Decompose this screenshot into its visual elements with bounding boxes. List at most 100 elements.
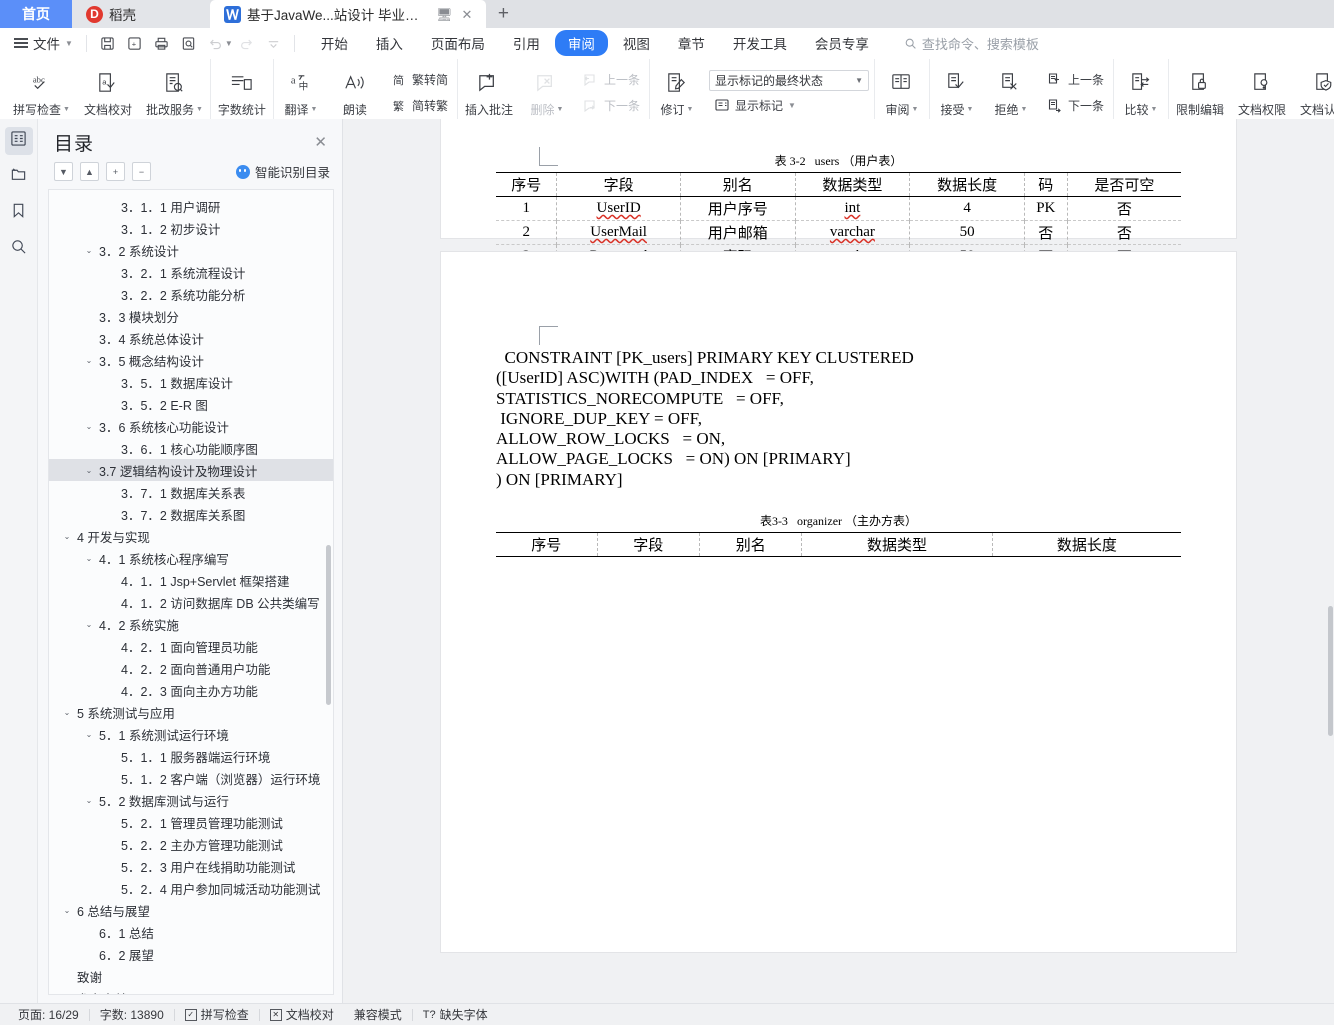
review-pane-button[interactable]: 审阅 ▼	[875, 59, 929, 126]
toc-item[interactable]: 3．3 模块划分	[49, 305, 333, 327]
toc-item[interactable]: 3．2．1 系统流程设计	[49, 261, 333, 283]
toc-expand-all-button[interactable]: +	[106, 162, 125, 181]
toc-item[interactable]: 5．2．1 管理员管理功能测试	[49, 811, 333, 833]
new-tab-button[interactable]: +	[486, 0, 520, 28]
chevron-down-icon[interactable]: ⌄	[83, 246, 95, 255]
chevron-down-icon[interactable]: ⌄	[83, 356, 95, 365]
chevron-down-icon[interactable]: ⌄	[61, 906, 73, 915]
save-icon[interactable]	[94, 32, 121, 55]
toc-collapse-all-button[interactable]: −	[132, 162, 151, 181]
toc-item[interactable]: ⌄ 4．1 系统核心程序编写	[49, 547, 333, 569]
previous-change-button[interactable]: 上一条	[1042, 69, 1109, 90]
doc-permission-button[interactable]: 文档权限	[1231, 59, 1293, 126]
toc-item[interactable]: 3．7．1 数据库关系表	[49, 481, 333, 503]
toc-item[interactable]: ⌄ 5．1 系统测试运行环境	[49, 723, 333, 745]
undo-dropdown-icon[interactable]: ▼	[225, 39, 233, 48]
toc-scrollbar[interactable]	[326, 545, 331, 705]
toc-item[interactable]: 参考文献:	[49, 987, 333, 995]
ribbon-tab-page-layout[interactable]: 页面布局	[418, 30, 498, 56]
command-search[interactable]: 查找命令、搜索模板	[904, 34, 1039, 53]
close-tab-icon[interactable]: ✕	[462, 8, 473, 21]
simp-to-trad-button[interactable]: 繁 简转繁	[386, 95, 453, 116]
toc-list[interactable]: 3．1．1 用户调研 3．1．2 初步设计 ⌄ 3．2 系统设计 3．2．1 系统流程设…	[48, 189, 334, 995]
toc-item[interactable]: 5．2．4 用户参加同城活动功能测试	[49, 877, 333, 899]
toc-item[interactable]: ⌄ 3．6 系统核心功能设计	[49, 415, 333, 437]
tab-daoke[interactable]: D 稻壳	[72, 0, 210, 28]
toc-item[interactable]: ⌄ 4．2 系统实施	[49, 613, 333, 635]
toc-item[interactable]: ⌄ 6 总结与展望	[49, 899, 333, 921]
smart-toc-button[interactable]: 智能识别目录	[235, 162, 330, 181]
status-word-count[interactable]: 字数: 13890	[90, 1006, 174, 1023]
word-count-button[interactable]: 字数统计	[211, 59, 273, 126]
toc-item[interactable]: ⌄ 3.7 逻辑结构设计及物理设计	[49, 459, 333, 481]
chevron-down-icon[interactable]: ⌄	[83, 466, 95, 475]
print-preview-icon[interactable]	[175, 32, 202, 55]
close-icon[interactable]: ✕	[311, 132, 330, 153]
toc-item[interactable]: ⌄ 3．5 概念结构设计	[49, 349, 333, 371]
rail-bookmark-button[interactable]	[5, 199, 33, 227]
status-page[interactable]: 页面: 16/29	[8, 1006, 89, 1023]
ribbon-tab-insert[interactable]: 插入	[363, 30, 416, 56]
toc-collapse-down-button[interactable]: ▼	[54, 162, 73, 181]
redo-icon[interactable]	[233, 32, 260, 55]
toc-item[interactable]: 6．2 展望	[49, 943, 333, 965]
document-canvas[interactable]: ） ON [PRIMARY] 表 3-2 users （用户表） 序号字段别名数…	[343, 119, 1334, 1003]
toc-item[interactable]: 5．1．1 服务器端运行环境	[49, 745, 333, 767]
doc-proofread-button[interactable]: a 文档校对	[77, 59, 139, 126]
customize-quick-access-icon[interactable]	[260, 32, 287, 55]
track-changes-button[interactable]: 修订 ▼	[650, 59, 704, 126]
ribbon-tab-member[interactable]: 会员专享	[802, 30, 882, 56]
status-missing-font[interactable]: T? 缺失字体	[413, 1006, 498, 1023]
next-change-button[interactable]: 下一条	[1042, 95, 1109, 116]
rail-thumbnail-button[interactable]	[5, 163, 33, 191]
insert-comment-button[interactable]: 插入批注	[458, 59, 520, 126]
chevron-down-icon[interactable]: ⌄	[83, 796, 95, 805]
toc-collapse-up-button[interactable]: ▲	[80, 162, 99, 181]
save-as-icon[interactable]: +	[121, 32, 148, 55]
compare-button[interactable]: 比较 ▼	[1114, 59, 1168, 126]
ribbon-tab-view[interactable]: 视图	[610, 30, 663, 56]
toc-item[interactable]: 6．1 总结	[49, 921, 333, 943]
chevron-down-icon[interactable]: ⌄	[61, 532, 73, 541]
status-spellcheck[interactable]: ✓ 拼写检查	[175, 1006, 259, 1023]
toc-item[interactable]: 4．2．3 面向主办方功能	[49, 679, 333, 701]
chevron-down-icon[interactable]: ⌄	[61, 708, 73, 717]
present-mode-icon[interactable]: 🖥	[436, 8, 453, 21]
print-icon[interactable]	[148, 32, 175, 55]
toc-item[interactable]: 5．2．2 主办方管理功能测试	[49, 833, 333, 855]
doc-certify-button[interactable]: 文档认证	[1293, 59, 1334, 126]
delete-comment-button[interactable]: 删除 ▼	[520, 59, 574, 126]
markup-display-select[interactable]: 显示标记的最终状态 ▼	[708, 69, 869, 91]
status-compat-mode[interactable]: 兼容模式	[344, 1006, 412, 1023]
toc-item[interactable]: 4．1．1 Jsp+Servlet 框架搭建	[49, 569, 333, 591]
spellcheck-button[interactable]: abc 拼写检查 ▼	[6, 59, 77, 126]
toc-item[interactable]: ⌄ 4 开发与实现	[49, 525, 333, 547]
toc-item[interactable]: 4．2．2 面向普通用户功能	[49, 657, 333, 679]
toc-item[interactable]: 3．7．2 数据库关系图	[49, 503, 333, 525]
toc-item[interactable]: 5．1．2 客户端（浏览器）运行环境	[49, 767, 333, 789]
ribbon-tab-references[interactable]: 引用	[500, 30, 553, 56]
toc-item[interactable]: ⌄ 5 系统测试与应用	[49, 701, 333, 723]
chevron-down-icon[interactable]: ⌄	[83, 620, 95, 629]
home-tab[interactable]: 首页	[0, 0, 72, 28]
toc-item[interactable]: 3．6．1 核心功能顺序图	[49, 437, 333, 459]
ribbon-tab-developer[interactable]: 开发工具	[720, 30, 800, 56]
ribbon-tab-section[interactable]: 章节	[665, 30, 718, 56]
ribbon-tab-review[interactable]: 审阅	[554, 30, 608, 56]
toc-item[interactable]: 3．5．2 E-R 图	[49, 393, 333, 415]
trad-to-simp-button[interactable]: 简 繁转简	[386, 69, 453, 90]
next-comment-button[interactable]: 下一条	[578, 95, 645, 116]
toc-item[interactable]: 3．1．1 用户调研	[49, 195, 333, 217]
toc-item[interactable]: 4．1．2 访问数据库 DB 公共类编写	[49, 591, 333, 613]
status-proofread[interactable]: ✕ 文档校对	[260, 1006, 344, 1023]
toc-item[interactable]: 5．2．3 用户在线捐助功能测试	[49, 855, 333, 877]
show-markup-button[interactable]: 显示标记 ▼	[709, 95, 869, 116]
toc-item[interactable]: 3．1．2 初步设计	[49, 217, 333, 239]
restrict-edit-button[interactable]: 限制编辑	[1169, 59, 1231, 126]
ribbon-tab-start[interactable]: 开始	[308, 30, 361, 56]
correction-service-button[interactable]: 批改服务 ▼	[139, 59, 210, 126]
read-aloud-button[interactable]: 朗读	[328, 59, 382, 126]
chevron-down-icon[interactable]: ⌄	[83, 554, 95, 563]
toc-item[interactable]: 4．2．1 面向管理员功能	[49, 635, 333, 657]
document-scrollbar[interactable]	[1327, 119, 1334, 1003]
